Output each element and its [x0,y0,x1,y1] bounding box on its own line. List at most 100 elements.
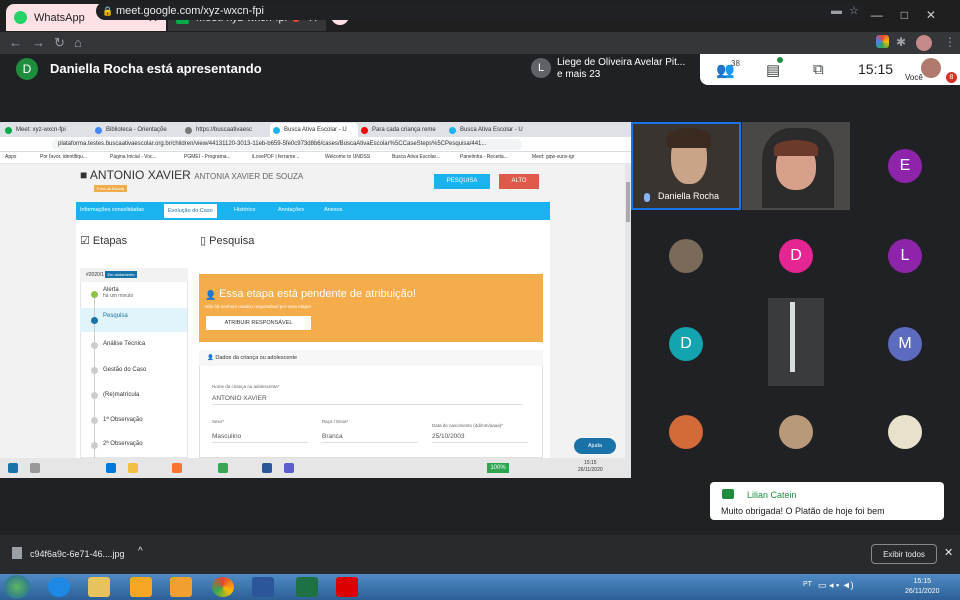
nav-historico: Histórico [234,207,256,213]
etapas-title: ☑ Etapas [80,235,128,247]
step-dot [91,342,98,349]
participant-avatar[interactable]: D [779,239,813,273]
step-item: 1ª Observação [103,417,143,423]
nav-evolucao: Evolução do Caso [164,204,217,218]
participant-video-tile[interactable] [742,122,850,210]
participant-avatar[interactable]: M [888,327,922,361]
download-filename[interactable]: c94f6a9c-6e71-46....jpg [30,549,125,559]
media-player-icon[interactable] [130,577,152,597]
self-badge: 8 [946,72,957,83]
field-value: 25/10/2003 [432,433,528,443]
windows-icon [8,463,18,473]
field-value: Branca [322,433,418,443]
bookmark: Apps [5,154,17,160]
join-notification-more: e mais 23 [557,69,601,80]
field-label: Nome da criança ou adolescente* [212,384,280,389]
forward-icon[interactable]: → [32,35,45,50]
profile-avatar[interactable] [916,35,932,51]
field-value: Masculino [212,433,308,443]
chevron-up-icon[interactable]: ^ [138,546,143,557]
inner-taskbar [0,458,631,478]
presenter-avatar: D [16,58,38,80]
join-notification-name: Liege de Oliveira Avelar Pit... [557,57,686,68]
system-clock[interactable]: 15:15 26/11/2020 [905,577,940,597]
url-input[interactable]: 🔒 meet.google.com/xyz-wxcn-fpi ▬ ☆ [96,2,866,20]
back-icon[interactable]: ← [9,35,22,50]
steps-header: #2020/1 Em andamento [80,268,188,282]
chat-unread-dot [777,57,783,63]
inner-clock: 15:15 26/11/2020 [578,460,603,473]
steps-status: Em andamento [105,271,137,278]
folder-icon [128,463,138,473]
nav-info: Informações consolidadas [80,207,144,213]
lock-icon: 🔒 [102,6,114,16]
home-icon[interactable]: ⌂ [74,35,82,50]
pending-subtitle: Não há nenhum usuário responsável por es… [205,304,311,309]
assign-responsible-button: ATRIBUIR RESPONSÁVEL [206,316,311,330]
inner-tab: Biblioteca - Orientaçõe [92,123,180,137]
meeting-clock: 15:15 [858,61,894,77]
start-button[interactable] [4,575,30,599]
puzzle-icon[interactable]: ✱ [896,35,906,49]
bookmark: Página Inicial - Voc... [110,154,157,160]
star-icon[interactable]: ☆ [849,2,859,20]
acrobat-icon[interactable] [336,577,358,597]
step-item: Alerta há um minuto [103,287,134,299]
participant-avatar[interactable]: E [888,149,922,183]
folder-icon: ■ [80,168,88,182]
inner-url: plataforma.testes.buscaativaescolar.org.… [52,139,522,150]
student-name: ■ ANTONIO XAVIER ANTONIA XAVIER DE SOUZA [80,168,304,182]
participant-photo[interactable] [779,415,813,449]
bookmark: Meet: gqw-vunv-igr [532,154,575,160]
step-item: Pesquisa [103,313,128,319]
speaking-icon [644,193,650,202]
word-icon[interactable] [252,577,274,597]
participant-avatar[interactable]: L [888,239,922,273]
step-dot [91,367,98,374]
activities-icon[interactable]: ⧉ [813,61,824,78]
student-subname: ANTONIA XAVIER DE SOUZA [194,172,304,181]
language-indicator[interactable]: PT [803,581,812,588]
window-controls[interactable]: —□✕ [871,8,954,22]
step-item: (Re)matrícula [103,392,140,398]
chat-message: Muito obrigada! O Platão de hoje foi bem [721,506,885,516]
field-label: Sexo* [212,419,225,424]
nav-anexos: Anexos [324,207,343,213]
shared-screen: Meet: xyz-wxcn-fpi Biblioteca - Orientaç… [0,122,631,478]
close-icon[interactable]: ✕ [944,546,953,559]
chrome-icon[interactable] [212,577,234,597]
word-icon [262,463,272,473]
field-value: ANTONIO XAVIER [212,395,522,405]
tray-icons[interactable]: ▭ ◂ ▪ ◄) [818,580,854,591]
participant-photo[interactable] [669,415,703,449]
notification-avatar: L [531,58,551,78]
show-all-button[interactable]: Exibir todos [871,544,937,564]
explorer-icon[interactable] [88,577,110,597]
pesquisa-title: ▯ Pesquisa [200,235,255,247]
pesquisa-button: PESQUISA [434,174,490,189]
bookmark: Welcome to UNDSS [325,154,371,160]
excel-icon[interactable] [296,577,318,597]
pending-title: Essa etapa está pendente de atribuição! [219,288,416,300]
firefox-icon [172,463,182,473]
address-bar: ← → ↻ ⌂ [0,32,960,54]
self-avatar[interactable] [921,58,941,78]
chat-icon[interactable]: ▤ [766,61,780,79]
participant-photo[interactable] [669,239,703,273]
step-dot [91,392,98,399]
presenting-text: Daniella Rocha está apresentando [50,61,262,76]
bookmark: iLovePDF | ferrame... [252,154,300,160]
participant-avatar[interactable]: D [669,327,703,361]
extension-icon[interactable] [876,35,889,48]
participant-photo[interactable] [888,415,922,449]
outlook-icon[interactable] [170,577,192,597]
participant-video-tile[interactable] [768,298,824,386]
chat-sender: Lilian Catein [747,490,797,500]
camera-icon[interactable]: ▬ [831,2,842,20]
risk-button: ALTO [499,174,539,189]
ie-icon[interactable] [48,577,70,597]
menu-icon[interactable]: ⋮ [944,35,956,49]
self-label: Você [905,73,923,82]
teams-icon [284,463,294,473]
reload-icon[interactable]: ↻ [54,35,65,51]
